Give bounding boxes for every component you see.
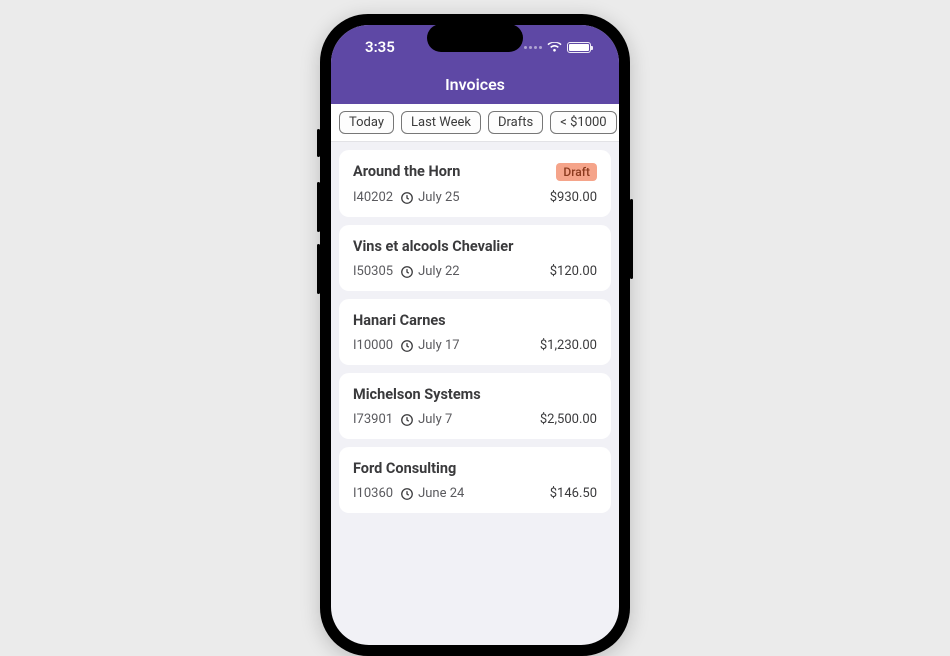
filter-chip[interactable]: Last Week (401, 111, 481, 134)
invoice-id: I73901 (353, 412, 393, 427)
filter-chip[interactable]: Today (339, 111, 394, 134)
status-time: 3:35 (365, 38, 395, 56)
invoice-list[interactable]: Around the Horn Draft I40202 July 25 $930.00… (331, 142, 619, 513)
dynamic-island (427, 24, 523, 52)
customer-name: Around the Horn (353, 163, 460, 180)
nav-bar: Invoices (331, 69, 619, 104)
wifi-icon (547, 42, 562, 53)
clock-icon (400, 487, 414, 501)
page-title: Invoices (445, 75, 505, 94)
battery-icon (567, 42, 591, 53)
customer-name: Ford Consulting (353, 460, 456, 477)
clock-icon (400, 265, 414, 279)
filter-chip[interactable]: Drafts (488, 111, 543, 134)
customer-name: Hanari Carnes (353, 312, 446, 329)
screen: 3:35 Invoices Today Last Week Drafts < $100… (331, 25, 619, 645)
invoice-date: July 25 (418, 190, 460, 205)
invoice-id: I40202 (353, 190, 393, 205)
status-right (524, 42, 591, 53)
invoice-card[interactable]: Ford Consulting I10360 June 24 $146.50 (339, 447, 611, 513)
invoice-amount: $120.00 (550, 264, 597, 279)
invoice-card[interactable]: Michelson Systems I73901 July 7 $2,500.00 (339, 373, 611, 439)
customer-name: Michelson Systems (353, 386, 481, 403)
filter-chip[interactable]: < $1000 (550, 111, 616, 134)
invoice-card[interactable]: Vins et alcools Chevalier I50305 July 22 $1… (339, 225, 611, 291)
clock-icon (400, 413, 414, 427)
customer-name: Vins et alcools Chevalier (353, 238, 513, 255)
invoice-card[interactable]: Around the Horn Draft I40202 July 25 $930.00 (339, 150, 611, 217)
invoice-id: I50305 (353, 264, 393, 279)
invoice-amount: $1,230.00 (540, 338, 597, 353)
invoice-date: July 7 (418, 412, 452, 427)
invoice-amount: $2,500.00 (540, 412, 597, 427)
filter-bar[interactable]: TodayLast WeekDrafts< $1000> $ (331, 104, 619, 142)
status-badge: Draft (556, 163, 597, 181)
invoice-amount: $146.50 (550, 486, 597, 501)
invoice-date: July 22 (418, 264, 460, 279)
invoice-id: I10360 (353, 486, 393, 501)
device-frame: 3:35 Invoices Today Last Week Drafts < $100… (320, 14, 630, 656)
invoice-date: June 24 (418, 486, 464, 501)
cellular-icon (524, 46, 542, 49)
invoice-amount: $930.00 (550, 190, 597, 205)
invoice-date: July 17 (418, 338, 460, 353)
invoice-card[interactable]: Hanari Carnes I10000 July 17 $1,230.00 (339, 299, 611, 365)
invoice-id: I10000 (353, 338, 393, 353)
clock-icon (400, 339, 414, 353)
clock-icon (400, 191, 414, 205)
phone-power-button (630, 199, 633, 279)
